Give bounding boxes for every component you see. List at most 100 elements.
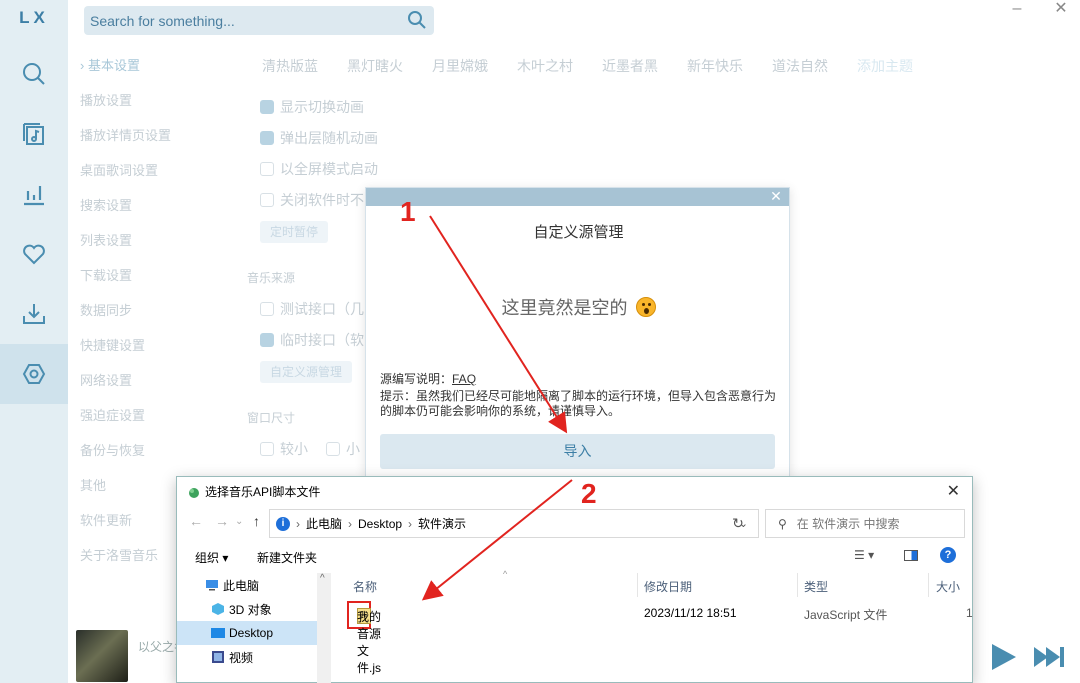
settings-nav-network[interactable]: 网络设置 bbox=[80, 371, 210, 406]
cube-icon bbox=[212, 603, 224, 615]
computer-icon bbox=[206, 580, 218, 591]
rail-download-button[interactable] bbox=[0, 284, 68, 344]
view-options-icon[interactable]: ☰ ▾ bbox=[854, 548, 874, 562]
column-date[interactable]: 修改日期 bbox=[644, 578, 692, 595]
theme-item[interactable]: 黑灯瞎火 bbox=[347, 56, 432, 76]
lx-music-window: LX – ✕ › 基本设置 播放设置 播放详情页设置 桌面歌词设置 搜索设置 列… bbox=[0, 0, 1080, 683]
import-button[interactable]: 导入 bbox=[380, 434, 775, 469]
timer-pause-button[interactable]: 定时暂停 bbox=[260, 221, 329, 243]
settings-nav-hotkey[interactable]: 快捷键设置 bbox=[80, 336, 210, 371]
next-track-icon[interactable] bbox=[1032, 642, 1066, 672]
radio[interactable] bbox=[260, 333, 274, 347]
back-arrow-icon[interactable]: ← bbox=[189, 513, 203, 529]
breadcrumb-item[interactable]: 软件演示 bbox=[418, 515, 466, 532]
column-size[interactable]: 大小 bbox=[936, 578, 960, 595]
step-number-2: 2 bbox=[581, 478, 597, 509]
source-option-temp[interactable]: 临时接口（软 bbox=[260, 330, 364, 350]
search-icon[interactable] bbox=[406, 9, 428, 31]
minimize-button[interactable]: – bbox=[1004, 0, 1030, 20]
file-name-cell[interactable]: JS 我的音源文件.js bbox=[347, 601, 381, 675]
faq-label: 源编写说明： bbox=[380, 372, 453, 386]
custom-source-manage-button[interactable]: 自定义源管理 bbox=[260, 361, 353, 383]
close-icon[interactable]: ✕ bbox=[769, 187, 783, 205]
desktop-folder-icon bbox=[211, 628, 225, 638]
column-type[interactable]: 类型 bbox=[804, 578, 828, 595]
tree-item-desktop[interactable]: Desktop bbox=[177, 621, 317, 645]
address-bar[interactable]: i › 此电脑 › Desktop › 软件演示 ⌄ bbox=[269, 509, 759, 538]
tree-item-this-pc[interactable]: 此电脑 bbox=[177, 573, 317, 597]
empty-state: 这里竟然是空的 bbox=[366, 294, 791, 320]
file-open-dialog: 选择音乐API脚本文件 ✕ ← → ⌄ ↑ i › 此电脑 › Desktop … bbox=[176, 476, 973, 683]
search-input[interactable] bbox=[84, 6, 404, 35]
theme-item[interactable]: 近墨者黑 bbox=[602, 56, 687, 76]
theme-item[interactable]: 月里嫦娥 bbox=[432, 56, 517, 76]
settings-nav-download[interactable]: 下载设置 bbox=[80, 266, 210, 301]
settings-nav-basic[interactable]: › 基本设置 bbox=[80, 56, 210, 91]
theme-item[interactable]: 木叶之村 bbox=[517, 56, 602, 76]
file-list: 名称 ^ 修改日期 类型 大小 JS 我的音源文件.js 2023/11/12 … bbox=[333, 569, 973, 683]
surprised-emoji-icon bbox=[635, 297, 656, 317]
refresh-icon[interactable]: ↻ bbox=[723, 511, 753, 536]
settings-nav-play[interactable]: 播放设置 bbox=[80, 91, 210, 126]
download-icon bbox=[23, 304, 45, 324]
theme-item[interactable]: 新年快乐 bbox=[687, 56, 772, 76]
settings-nav-play-detail[interactable]: 播放详情页设置 bbox=[80, 126, 210, 161]
option-show-switch-animation[interactable]: 显示切换动画 bbox=[260, 97, 364, 117]
tree-item-3d-objects[interactable]: 3D 对象 bbox=[177, 597, 317, 621]
settings-nav-backup[interactable]: 备份与恢复 bbox=[80, 441, 210, 476]
forward-arrow-icon[interactable]: → bbox=[215, 513, 229, 529]
dialog-title: 自定义源管理 bbox=[533, 224, 624, 241]
album-cover[interactable] bbox=[76, 630, 128, 682]
window-size-smaller[interactable]: 小 bbox=[326, 439, 360, 459]
radio[interactable] bbox=[326, 442, 340, 456]
breadcrumb-item[interactable]: Desktop bbox=[358, 517, 402, 531]
option-close-behavior[interactable]: 关闭软件时不 bbox=[260, 190, 364, 210]
play-icon[interactable] bbox=[988, 642, 1018, 672]
recent-dropdown-icon[interactable]: ⌄ bbox=[235, 516, 243, 527]
rail-search-button[interactable] bbox=[0, 44, 68, 104]
source-option-test[interactable]: 测试接口（几 bbox=[260, 299, 364, 319]
up-arrow-icon[interactable]: ↑ bbox=[253, 513, 260, 529]
new-folder-button[interactable]: 新建文件夹 bbox=[257, 549, 317, 566]
faq-link[interactable]: FAQ bbox=[452, 372, 476, 386]
column-name[interactable]: 名称 bbox=[353, 578, 377, 595]
settings-nav-search[interactable]: 搜索设置 bbox=[80, 196, 210, 231]
radio[interactable] bbox=[260, 442, 274, 456]
rail-settings-button[interactable] bbox=[0, 344, 68, 404]
checkbox[interactable] bbox=[260, 131, 274, 145]
search-icon bbox=[23, 63, 45, 85]
file-row[interactable]: JS 我的音源文件.js 2023/11/12 18:51 JavaScript… bbox=[333, 601, 973, 675]
window-size-small[interactable]: 较小 bbox=[260, 439, 308, 459]
radio[interactable] bbox=[260, 302, 274, 316]
dialog-title-bar: ✕ bbox=[366, 188, 789, 206]
pc-icon: i bbox=[276, 516, 290, 531]
close-window-button[interactable]: ✕ bbox=[1048, 0, 1074, 20]
preview-pane-icon[interactable] bbox=[904, 550, 918, 561]
theme-item[interactable]: 道法自然 bbox=[772, 56, 857, 76]
rail-favorites-button[interactable] bbox=[0, 224, 68, 284]
theme-item[interactable]: 清热版蓝 bbox=[262, 56, 347, 76]
file-type: JavaScript 文件 bbox=[804, 608, 888, 622]
checkbox[interactable] bbox=[260, 162, 274, 176]
organize-button[interactable]: 组织 ▾ bbox=[195, 549, 228, 566]
music-source-heading: 音乐来源 bbox=[247, 271, 296, 285]
help-icon[interactable]: ? bbox=[940, 547, 956, 563]
breadcrumb-item[interactable]: 此电脑 bbox=[306, 515, 342, 532]
rail-song-list-button[interactable] bbox=[0, 104, 68, 164]
option-fullscreen-start[interactable]: 以全屏模式启动 bbox=[260, 159, 378, 179]
close-icon[interactable]: ✕ bbox=[947, 481, 960, 501]
settings-nav-sync[interactable]: 数据同步 bbox=[80, 301, 210, 336]
tree-item-videos[interactable]: 视频 bbox=[177, 645, 317, 669]
option-popup-random-animation[interactable]: 弹出层随机动画 bbox=[260, 128, 378, 148]
checkbox[interactable] bbox=[260, 193, 274, 207]
app-leaf-icon bbox=[189, 487, 199, 498]
settings-nav-list[interactable]: 列表设置 bbox=[80, 231, 210, 266]
folder-search-box[interactable]: ⚲ 在 软件演示 中搜索 bbox=[765, 509, 965, 538]
add-theme-button[interactable]: 添加主题 bbox=[857, 56, 942, 76]
rail-leaderboard-button[interactable] bbox=[0, 164, 68, 224]
settings-nav-desktop-lyric[interactable]: 桌面歌词设置 bbox=[80, 161, 210, 196]
search-icon: ⚲ bbox=[778, 516, 787, 531]
settings-nav-odc[interactable]: 强迫症设置 bbox=[80, 406, 210, 441]
tree-scrollbar[interactable] bbox=[317, 573, 331, 683]
checkbox[interactable] bbox=[260, 100, 274, 114]
